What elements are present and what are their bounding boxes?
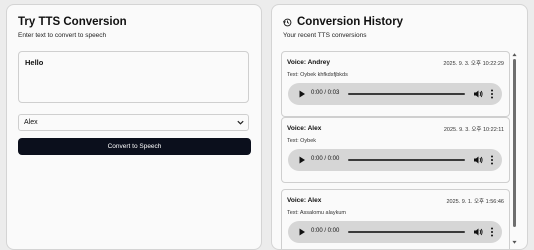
play-icon[interactable] <box>298 156 306 164</box>
audio-time: 0:00 / 0:00 <box>311 228 340 234</box>
history-panel: Conversion History Your recent TTS conve… <box>271 4 528 250</box>
history-item-text: Text: Oybek <box>287 138 317 144</box>
more-vertical-icon[interactable] <box>490 227 494 237</box>
audio-player: 0:00 / 0:00 <box>288 221 502 243</box>
voice-select[interactable]: Alex <box>18 114 249 131</box>
history-title: Conversion History <box>297 16 404 28</box>
audio-time: 0:00 / 0:03 <box>311 90 340 96</box>
scroll-up-arrow-icon[interactable] <box>512 52 517 57</box>
volume-icon[interactable] <box>473 89 483 99</box>
history-list: Voice: Andrey 2025. 9. 3. 오후 10:22:29 Te… <box>281 51 510 249</box>
history-item-date: 2025. 9. 3. 오후 10:22:29 <box>443 61 504 67</box>
audio-progress-track[interactable] <box>348 159 465 161</box>
tts-title: Try TTS Conversion <box>18 16 127 28</box>
history-item-text: Text: Oybek khfkdsfjbkds <box>287 72 348 78</box>
tts-subtitle: Enter text to convert to speech <box>18 32 107 39</box>
history-item: Voice: Andrey 2025. 9. 3. 오후 10:22:29 Te… <box>281 51 510 117</box>
history-item: Voice: Alex 2025. 9. 3. 오후 10:22:11 Text… <box>281 117 510 183</box>
history-item-date: 2025. 9. 1. 오후 1:56:46 <box>446 199 504 205</box>
history-item-voice: Voice: Alex <box>287 125 322 132</box>
volume-icon[interactable] <box>473 227 483 237</box>
scroll-thumb[interactable] <box>513 59 516 227</box>
history-scrollbar[interactable] <box>512 51 518 247</box>
voice-select-value: Alex <box>24 119 38 126</box>
audio-player: 0:00 / 0:03 <box>288 83 502 105</box>
audio-player: 0:00 / 0:00 <box>288 149 502 171</box>
audio-progress-track[interactable] <box>348 93 465 95</box>
tts-panel: Try TTS Conversion Enter text to convert… <box>6 4 262 250</box>
convert-button[interactable]: Convert to Speech <box>18 138 251 155</box>
play-icon[interactable] <box>298 228 306 236</box>
history-subtitle: Your recent TTS conversions <box>283 32 367 39</box>
history-item: Voice: Alex 2025. 9. 1. 오후 1:56:46 Text:… <box>281 189 510 249</box>
audio-progress-track[interactable] <box>348 231 465 233</box>
history-item-text: Text: Assalomu alaykum <box>287 210 346 216</box>
play-icon[interactable] <box>298 90 306 98</box>
history-item-voice: Voice: Andrey <box>287 59 330 66</box>
more-vertical-icon[interactable] <box>490 89 494 99</box>
tts-text-input[interactable]: Hello <box>18 51 249 103</box>
chevron-down-icon <box>237 120 244 125</box>
history-item-voice: Voice: Alex <box>287 197 322 204</box>
more-vertical-icon[interactable] <box>490 155 494 165</box>
history-icon <box>283 18 292 27</box>
audio-time: 0:00 / 0:00 <box>311 156 340 162</box>
volume-icon[interactable] <box>473 155 483 165</box>
scroll-down-arrow-icon[interactable] <box>512 240 517 245</box>
history-item-date: 2025. 9. 3. 오후 10:22:11 <box>443 127 504 133</box>
